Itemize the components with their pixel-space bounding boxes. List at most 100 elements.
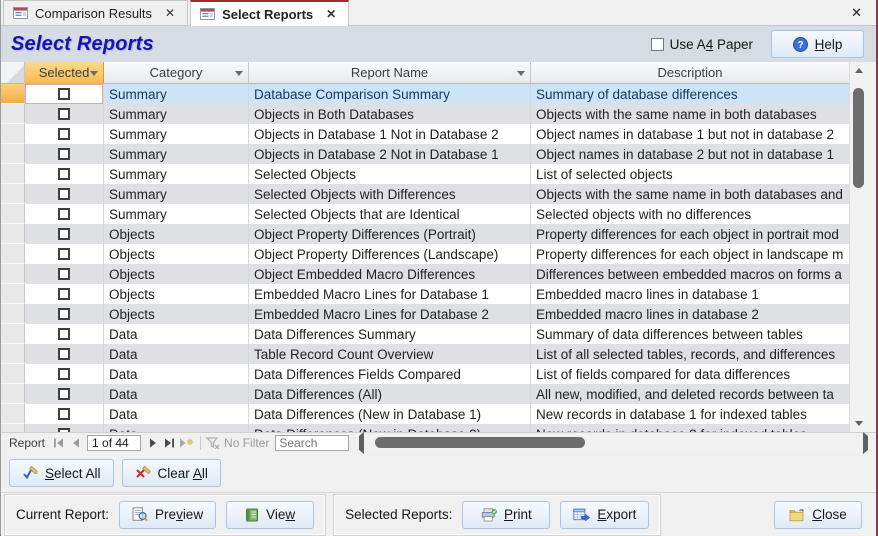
description-cell[interactable]: Embedded macro lines in database 1 — [531, 284, 849, 304]
report-selected-checkbox[interactable] — [58, 428, 70, 432]
preview-button[interactable]: Preview — [119, 501, 216, 529]
report-name-cell[interactable]: Embedded Macro Lines for Database 1 — [249, 284, 531, 304]
selected-checkbox-cell[interactable] — [25, 244, 104, 264]
selected-checkbox-cell[interactable] — [25, 424, 104, 432]
report-selected-checkbox[interactable] — [58, 88, 70, 100]
row-selector[interactable] — [1, 84, 25, 104]
description-cell[interactable]: Embedded macro lines in database 2 — [531, 304, 849, 324]
view-button[interactable]: View — [226, 501, 314, 529]
selected-checkbox-cell[interactable] — [25, 384, 104, 404]
checkbox-box[interactable] — [651, 38, 664, 51]
scroll-down-icon[interactable] — [850, 415, 867, 432]
row-selector[interactable] — [1, 244, 25, 264]
selected-checkbox-cell[interactable] — [25, 284, 104, 304]
row-selector[interactable] — [1, 124, 25, 144]
report-name-cell[interactable]: Table Record Count Overview — [249, 344, 531, 364]
category-cell[interactable]: Objects — [104, 264, 249, 284]
report-name-cell[interactable]: Object Property Differences (Landscape) — [249, 244, 531, 264]
selected-checkbox-cell[interactable] — [25, 164, 104, 184]
scroll-up-icon[interactable] — [850, 62, 867, 79]
filter-dropdown-icon[interactable] — [517, 71, 525, 76]
report-selected-checkbox[interactable] — [58, 228, 70, 240]
category-cell[interactable]: Data — [104, 324, 249, 344]
help-button[interactable]: ? Help — [771, 30, 864, 58]
filter-dropdown-icon[interactable] — [90, 71, 98, 76]
row-selector[interactable] — [1, 404, 25, 424]
description-cell[interactable]: Selected objects with no differences — [531, 204, 849, 224]
tab-close-icon[interactable]: ✕ — [324, 7, 338, 21]
category-cell[interactable]: Summary — [104, 144, 249, 164]
report-selected-checkbox[interactable] — [58, 328, 70, 340]
category-cell[interactable]: Data — [104, 404, 249, 424]
vertical-scrollbar-thumb[interactable] — [853, 88, 864, 188]
description-cell[interactable]: Object names in database 2 but not in da… — [531, 144, 849, 164]
use-a4-paper-checkbox[interactable]: Use A4 Paper — [651, 37, 753, 52]
row-selector[interactable] — [1, 264, 25, 284]
report-name-cell[interactable]: Embedded Macro Lines for Database 2 — [249, 304, 531, 324]
column-header-category[interactable]: Category — [104, 62, 249, 84]
row-selector[interactable] — [1, 344, 25, 364]
selected-checkbox-cell[interactable] — [25, 224, 104, 244]
first-record-button[interactable] — [50, 435, 67, 451]
description-cell[interactable]: Objects with the same name in both datab… — [531, 104, 849, 124]
category-cell[interactable]: Data — [104, 384, 249, 404]
description-cell[interactable]: Objects with the same name in both datab… — [531, 184, 849, 204]
description-cell[interactable]: Summary of database differences — [531, 84, 849, 104]
tab-select-reports[interactable]: Select Reports ✕ — [190, 0, 349, 26]
report-selected-checkbox[interactable] — [58, 288, 70, 300]
clear-all-button[interactable]: Clear All — [122, 459, 221, 487]
category-cell[interactable]: Objects — [104, 304, 249, 324]
row-selector[interactable] — [1, 304, 25, 324]
report-name-cell[interactable]: Objects in Database 2 Not in Database 1 — [249, 144, 531, 164]
category-cell[interactable]: Summary — [104, 104, 249, 124]
description-cell[interactable]: List of all selected tables, records, an… — [531, 344, 849, 364]
selected-checkbox-cell[interactable] — [25, 264, 104, 284]
report-name-cell[interactable]: Data Differences (All) — [249, 384, 531, 404]
row-selector[interactable] — [1, 104, 25, 124]
selected-checkbox-cell[interactable] — [25, 104, 104, 124]
next-record-button[interactable] — [144, 435, 161, 451]
tab-comparison-results[interactable]: Comparison Results ✕ — [3, 0, 188, 25]
category-cell[interactable]: Summary — [104, 124, 249, 144]
report-selected-checkbox[interactable] — [58, 208, 70, 220]
report-selected-checkbox[interactable] — [58, 248, 70, 260]
category-cell[interactable]: Summary — [104, 184, 249, 204]
row-selector[interactable] — [1, 284, 25, 304]
scroll-left-icon[interactable] — [359, 436, 364, 450]
selected-checkbox-cell[interactable] — [25, 144, 104, 164]
scroll-right-icon[interactable] — [863, 436, 868, 450]
tab-close-icon[interactable]: ✕ — [163, 6, 177, 20]
last-record-button[interactable] — [161, 435, 178, 451]
category-cell[interactable]: Objects — [104, 244, 249, 264]
report-name-cell[interactable]: Objects in Database 1 Not in Database 2 — [249, 124, 531, 144]
category-cell[interactable]: Summary — [104, 84, 249, 104]
report-name-cell[interactable]: Object Property Differences (Portrait) — [249, 224, 531, 244]
report-selected-checkbox[interactable] — [58, 388, 70, 400]
row-selector[interactable] — [1, 204, 25, 224]
horizontal-scrollbar-thumb[interactable] — [375, 437, 585, 448]
row-selector[interactable] — [1, 324, 25, 344]
new-record-button[interactable] — [178, 435, 195, 451]
report-name-cell[interactable]: Data Differences Summary — [249, 324, 531, 344]
description-cell[interactable]: Summary of data differences between tabl… — [531, 324, 849, 344]
row-selector[interactable] — [1, 184, 25, 204]
report-name-cell[interactable]: Selected Objects with Differences — [249, 184, 531, 204]
report-selected-checkbox[interactable] — [58, 108, 70, 120]
select-all-button[interactable]: Select All — [9, 459, 114, 487]
report-name-cell[interactable]: Selected Objects that are Identical — [249, 204, 531, 224]
column-header-description[interactable]: Description — [531, 62, 849, 84]
description-cell[interactable]: Object names in database 1 but not in da… — [531, 124, 849, 144]
search-input[interactable] — [275, 435, 349, 451]
report-name-cell[interactable]: Data Differences Fields Compared — [249, 364, 531, 384]
column-header-report-name[interactable]: Report Name — [249, 62, 531, 84]
row-selector[interactable] — [1, 364, 25, 384]
report-name-cell[interactable]: Objects in Both Databases — [249, 104, 531, 124]
description-cell[interactable]: New records in database 1 for indexed ta… — [531, 404, 849, 424]
row-selector[interactable] — [1, 384, 25, 404]
report-selected-checkbox[interactable] — [58, 268, 70, 280]
selected-checkbox-cell[interactable] — [25, 304, 104, 324]
export-button[interactable]: Export — [560, 501, 649, 529]
row-selector[interactable] — [1, 224, 25, 244]
report-name-cell[interactable]: Object Embedded Macro Differences — [249, 264, 531, 284]
description-cell[interactable]: List of fields compared for data differe… — [531, 364, 849, 384]
